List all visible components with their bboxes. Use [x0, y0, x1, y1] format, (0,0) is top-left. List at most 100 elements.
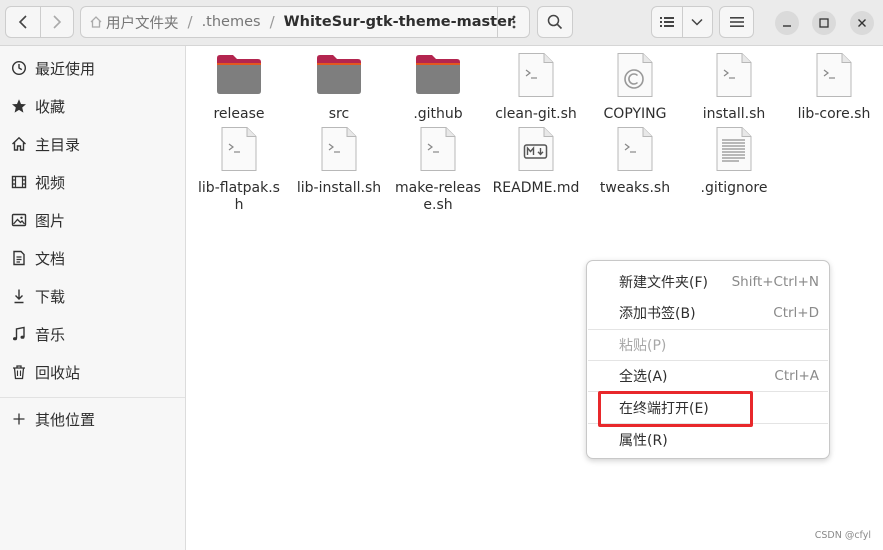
- license-file-icon: [610, 52, 660, 102]
- view-options-button[interactable]: [681, 7, 712, 37]
- file-name: tweaks.sh: [599, 180, 671, 196]
- file-item-readme[interactable]: README.md: [486, 126, 586, 197]
- menu-item-label: 属性(R): [619, 433, 668, 449]
- menu-item-label: 粘贴(P): [619, 338, 667, 354]
- vertical-dots-icon: [512, 15, 515, 29]
- trash-icon: [10, 363, 28, 381]
- sidebar-item-label: 回收站: [35, 363, 81, 382]
- sidebar-item-recent[interactable]: 最近使用: [0, 50, 185, 86]
- file-item-tweaks[interactable]: tweaks.sh: [585, 126, 685, 197]
- file-item-clean-git[interactable]: clean-git.sh: [486, 52, 586, 123]
- header-bar: 用户文件夹 / .themes / WhiteSur-gtk-theme-mas…: [0, 0, 883, 46]
- menu-item-label: 全选(A): [619, 369, 668, 385]
- document-icon: [10, 249, 28, 267]
- star-icon: [10, 97, 28, 115]
- path-crumb-themes[interactable]: .themes: [202, 14, 261, 30]
- file-item-copying[interactable]: COPYING: [585, 52, 685, 123]
- path-crumb-current[interactable]: WhiteSur-gtk-theme-master: [284, 14, 514, 30]
- sidebar-item-label: 音乐: [35, 325, 66, 344]
- navigation-buttons: [5, 6, 74, 38]
- close-button[interactable]: [850, 11, 874, 35]
- menu-item-shortcut: Ctrl+D: [773, 305, 819, 321]
- file-item-release[interactable]: release: [189, 52, 289, 123]
- film-icon: [10, 173, 28, 191]
- file-item-make-release[interactable]: make-release.sh: [388, 126, 488, 214]
- view-toggle-group: [651, 6, 713, 38]
- list-view-button[interactable]: [652, 7, 682, 37]
- maximize-icon: [819, 18, 829, 28]
- folder-icon: [314, 52, 364, 102]
- sidebar-item-starred[interactable]: 收藏: [0, 88, 185, 124]
- download-icon: [10, 287, 28, 305]
- file-name: COPYING: [603, 106, 667, 122]
- script-file-icon: [314, 126, 364, 176]
- script-file-icon: [511, 52, 561, 102]
- script-file-icon: [709, 52, 759, 102]
- file-item-lib-core[interactable]: lib-core.sh: [784, 52, 883, 123]
- sidebar-item-trash[interactable]: 回收站: [0, 354, 185, 390]
- file-name: .github: [413, 106, 463, 122]
- sidebar-item-other-locations[interactable]: 其他位置: [0, 401, 185, 437]
- menu-item-label: 新建文件夹(F): [619, 275, 708, 291]
- sidebar-item-home[interactable]: 主目录: [0, 126, 185, 162]
- menu-item-properties[interactable]: 属性(R): [588, 425, 828, 455]
- path-bar: 用户文件夹 / .themes / WhiteSur-gtk-theme-mas…: [80, 6, 530, 38]
- sidebar-item-label: 视频: [35, 173, 66, 192]
- folder-icon: [413, 52, 463, 102]
- sidebar-item-downloads[interactable]: 下载: [0, 278, 185, 314]
- markdown-file-icon: [511, 126, 561, 176]
- file-item-gitignore[interactable]: .gitignore: [684, 126, 784, 197]
- sidebar-item-videos[interactable]: 视频: [0, 164, 185, 200]
- music-icon: [10, 325, 28, 343]
- main-menu-button[interactable]: [719, 6, 754, 38]
- menu-item-new-folder[interactable]: 新建文件夹(F) Shift+Ctrl+N: [588, 267, 828, 297]
- maximize-button[interactable]: [812, 11, 836, 35]
- sidebar-item-pictures[interactable]: 图片: [0, 202, 185, 238]
- watermark: CSDN @cfyl: [814, 530, 871, 541]
- plus-icon: [10, 410, 28, 428]
- file-name: clean-git.sh: [495, 106, 577, 122]
- sidebar-item-label: 主目录: [35, 135, 81, 154]
- text-file-icon: [709, 126, 759, 176]
- file-item-github[interactable]: .github: [388, 52, 488, 123]
- sidebar-item-label: 文档: [35, 249, 66, 268]
- file-name: README.md: [492, 180, 580, 196]
- menu-item-shortcut: Shift+Ctrl+N: [731, 274, 819, 290]
- path-crumb-home[interactable]: 用户文件夹: [81, 12, 179, 33]
- minimize-icon: [783, 25, 791, 27]
- sidebar-item-music[interactable]: 音乐: [0, 316, 185, 352]
- file-name: install.sh: [702, 106, 766, 122]
- file-name: release: [213, 106, 265, 122]
- search-button[interactable]: [537, 6, 573, 38]
- clock-icon: [10, 59, 28, 77]
- forward-button[interactable]: [39, 7, 74, 37]
- file-name: src: [328, 106, 350, 122]
- file-name: .gitignore: [700, 180, 768, 196]
- file-item-src[interactable]: src: [289, 52, 389, 123]
- path-separator: /: [187, 13, 193, 31]
- path-separator: /: [269, 13, 275, 31]
- file-item-lib-flatpak[interactable]: lib-flatpak.sh: [189, 126, 289, 214]
- chevron-right-icon: [53, 15, 61, 29]
- file-item-lib-install[interactable]: lib-install.sh: [289, 126, 389, 197]
- sidebar-item-documents[interactable]: 文档: [0, 240, 185, 276]
- context-menu: 新建文件夹(F) Shift+Ctrl+N 添加书签(B) Ctrl+D 粘贴(…: [586, 260, 830, 459]
- hamburger-menu-icon: [729, 17, 744, 27]
- menu-item-add-bookmark[interactable]: 添加书签(B) Ctrl+D: [588, 298, 828, 328]
- sidebar-item-label: 最近使用: [35, 59, 96, 78]
- highlight-box: [598, 391, 753, 427]
- minimize-button[interactable]: [775, 11, 799, 35]
- sidebar-item-label: 下载: [35, 287, 66, 306]
- close-icon: [858, 19, 866, 27]
- path-crumb-label: 用户文件夹: [106, 15, 179, 32]
- path-menu-button[interactable]: [497, 7, 529, 37]
- sidebar-item-label: 图片: [35, 211, 66, 230]
- search-icon: [547, 14, 563, 30]
- menu-item-select-all[interactable]: 全选(A) Ctrl+A: [588, 361, 828, 391]
- home-icon: [10, 135, 28, 153]
- back-button[interactable]: [6, 7, 40, 37]
- image-icon: [10, 211, 28, 229]
- file-name: lib-install.sh: [296, 180, 382, 196]
- file-item-install[interactable]: install.sh: [684, 52, 784, 123]
- file-name: lib-flatpak.sh: [198, 180, 280, 213]
